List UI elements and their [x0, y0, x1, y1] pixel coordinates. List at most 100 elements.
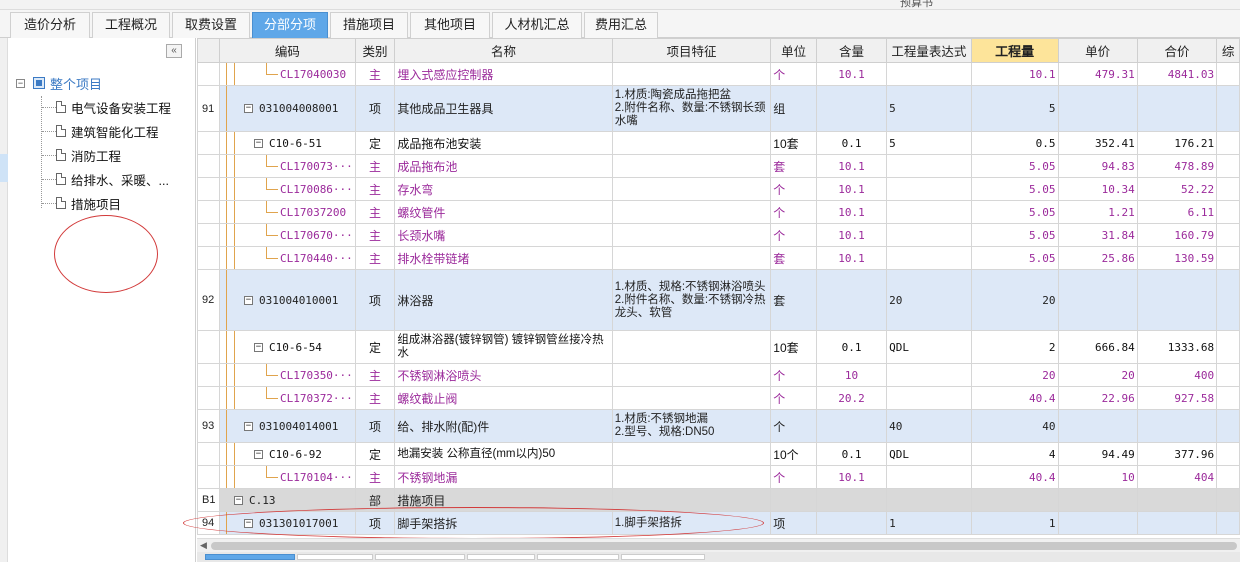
content-cell[interactable]: 0.1 [815, 330, 888, 364]
quantity-expression-cell[interactable] [886, 200, 972, 224]
column-header[interactable]: 项目特征 [611, 38, 772, 63]
overflow-cell[interactable] [1216, 330, 1240, 364]
table-row[interactable]: − C10-6-51 定成品拖布池安装 10套 0.1 5 0.5 352.41 176.21 [197, 131, 1240, 155]
collapse-toggle-icon[interactable]: − [16, 78, 25, 88]
collapse-panel-button[interactable]: « [166, 44, 182, 58]
code-cell[interactable]: −031004008001 [218, 85, 356, 132]
feature-cell[interactable] [611, 177, 772, 201]
row-seq-cell[interactable] [197, 200, 220, 224]
overflow-cell[interactable] [1216, 511, 1240, 535]
name-cell[interactable]: 成品拖布池安装 [394, 131, 613, 155]
total-price-cell[interactable]: 377.96 [1136, 442, 1218, 466]
category-cell[interactable]: 主 [354, 177, 396, 201]
column-header[interactable]: 编码 [218, 38, 356, 63]
code-cell[interactable]: CL170073··· [218, 154, 356, 178]
quantity-cell[interactable]: 5.05 [970, 223, 1059, 247]
table-row[interactable]: − C10-6-54 定组成淋浴器(镀锌钢管) 镀锌钢管丝接冷热水 10套 0.1 QDL… [197, 330, 1240, 364]
unit-cell[interactable]: 10套 [770, 131, 817, 155]
quantity-cell[interactable]: 20 [970, 269, 1059, 331]
row-seq-cell[interactable] [197, 442, 220, 466]
column-header[interactable]: 综 [1216, 38, 1240, 63]
table-row[interactable]: CL170086··· 主存水弯 个 10.1 5.05 10.34 52.22 [197, 177, 1240, 201]
unit-cell[interactable]: 项 [770, 511, 817, 535]
quantity-cell[interactable]: 5 [970, 85, 1059, 132]
unit-price-cell[interactable]: 1.21 [1057, 200, 1138, 224]
unit-price-cell[interactable] [1057, 269, 1138, 331]
collapse-toggle-icon[interactable]: − [243, 104, 253, 113]
row-seq-cell[interactable]: 94 [197, 511, 220, 535]
row-seq-cell[interactable] [197, 330, 220, 364]
feature-cell[interactable] [611, 62, 772, 86]
overflow-cell[interactable] [1216, 62, 1240, 86]
content-cell[interactable]: 10.1 [815, 62, 888, 86]
row-seq-cell[interactable] [197, 177, 220, 201]
table-row[interactable]: CL170104··· 主不锈钢地漏 个 10.1 40.4 10 404 [197, 465, 1240, 489]
unit-price-cell[interactable]: 10.34 [1057, 177, 1138, 201]
column-header[interactable]: 单位 [770, 38, 817, 63]
code-cell[interactable]: − C.13 [218, 488, 356, 512]
unit-price-cell[interactable]: 22.96 [1057, 386, 1138, 410]
overflow-cell[interactable] [1216, 488, 1240, 512]
column-header[interactable] [197, 38, 220, 63]
total-price-cell[interactable]: 130.59 [1136, 246, 1218, 270]
row-seq-cell[interactable]: 93 [197, 409, 220, 443]
unit-price-cell[interactable]: 479.31 [1057, 62, 1138, 86]
quantity-cell[interactable]: 20 [970, 363, 1059, 387]
code-cell[interactable]: CL170372··· [218, 386, 356, 410]
overflow-cell[interactable] [1216, 409, 1240, 443]
category-cell[interactable]: 部 [354, 488, 396, 512]
total-price-cell[interactable]: 6.11 [1136, 200, 1218, 224]
feature-cell[interactable] [611, 442, 772, 466]
horizontal-scrollbar[interactable]: ◀ [197, 538, 1240, 552]
content-cell[interactable] [815, 511, 888, 535]
total-price-cell[interactable]: 927.58 [1136, 386, 1218, 410]
total-price-cell[interactable]: 160.79 [1136, 223, 1218, 247]
collapse-toggle-icon[interactable]: − [243, 518, 253, 528]
unit-cell[interactable]: 个 [770, 223, 817, 247]
content-cell[interactable]: 0.1 [815, 131, 888, 155]
table-row[interactable]: CL170440··· 主排水栓带链堵 套 10.1 5.05 25.86 130.59 [197, 246, 1240, 270]
row-seq-cell[interactable]: 91 [197, 85, 220, 132]
quantity-cell[interactable]: 40.4 [970, 465, 1059, 489]
scroll-left-arrow-icon[interactable]: ◀ [200, 540, 207, 551]
total-price-cell[interactable] [1136, 85, 1218, 132]
content-cell[interactable]: 10.1 [815, 246, 888, 270]
tree-root-node[interactable]: − 整个项目 [16, 74, 102, 92]
name-cell[interactable]: 地漏安装 公称直径(mm以内)50 [394, 442, 613, 466]
category-cell[interactable]: 项 [354, 511, 396, 535]
tree-item[interactable]: 给排水、采暖、... [42, 170, 169, 188]
total-price-cell[interactable] [1136, 269, 1218, 331]
code-cell[interactable]: CL170104··· [218, 465, 356, 489]
name-cell[interactable]: 措施项目 [394, 488, 613, 512]
content-cell[interactable]: 10 [815, 363, 888, 387]
overflow-cell[interactable] [1216, 200, 1240, 224]
column-header[interactable]: 名称 [394, 38, 613, 63]
column-header[interactable]: 单价 [1057, 38, 1138, 63]
unit-price-cell[interactable] [1057, 488, 1138, 512]
code-cell[interactable]: −031004014001 [218, 409, 356, 443]
category-cell[interactable]: 主 [354, 200, 396, 224]
category-cell[interactable]: 主 [354, 223, 396, 247]
unit-cell[interactable] [770, 488, 817, 512]
code-cell[interactable]: − C10-6-51 [218, 131, 356, 155]
table-row[interactable]: 92−031004010001 项淋浴器 1.材质、规格:不锈钢淋浴喷头 2.附件名… [197, 269, 1240, 331]
category-cell[interactable]: 主 [354, 363, 396, 387]
overflow-cell[interactable] [1216, 442, 1240, 466]
name-cell[interactable]: 给、排水附(配)件 [394, 409, 613, 443]
bottom-tab[interactable] [375, 554, 465, 560]
table-row[interactable]: 94−031301017001 项脚手架搭拆 1.脚手架搭拆项 1 1 [197, 511, 1240, 535]
quantity-expression-cell[interactable]: QDL [886, 330, 972, 364]
collapse-toggle-icon[interactable]: − [253, 449, 263, 459]
table-row[interactable]: 93−031004014001 项给、排水附(配)件 1.材质:不锈钢地漏 2.型号… [197, 409, 1240, 443]
content-cell[interactable] [815, 409, 888, 443]
tab-1[interactable]: 工程概况 [92, 12, 170, 38]
quantity-cell[interactable]: 5.05 [970, 246, 1059, 270]
table-row[interactable]: − C10-6-92 定地漏安装 公称直径(mm以内)50 10个 0.1 QDL 4 94.… [197, 442, 1240, 466]
code-cell[interactable]: CL17037200 [218, 200, 356, 224]
unit-cell[interactable]: 个 [770, 409, 817, 443]
content-cell[interactable]: 10.1 [815, 223, 888, 247]
table-row[interactable]: CL170350··· 主不锈钢淋浴喷头个 10 20 20 400 [197, 363, 1240, 387]
quantity-cell[interactable]: 10.1 [970, 62, 1059, 86]
total-price-cell[interactable]: 176.21 [1136, 131, 1218, 155]
name-cell[interactable]: 淋浴器 [394, 269, 613, 331]
